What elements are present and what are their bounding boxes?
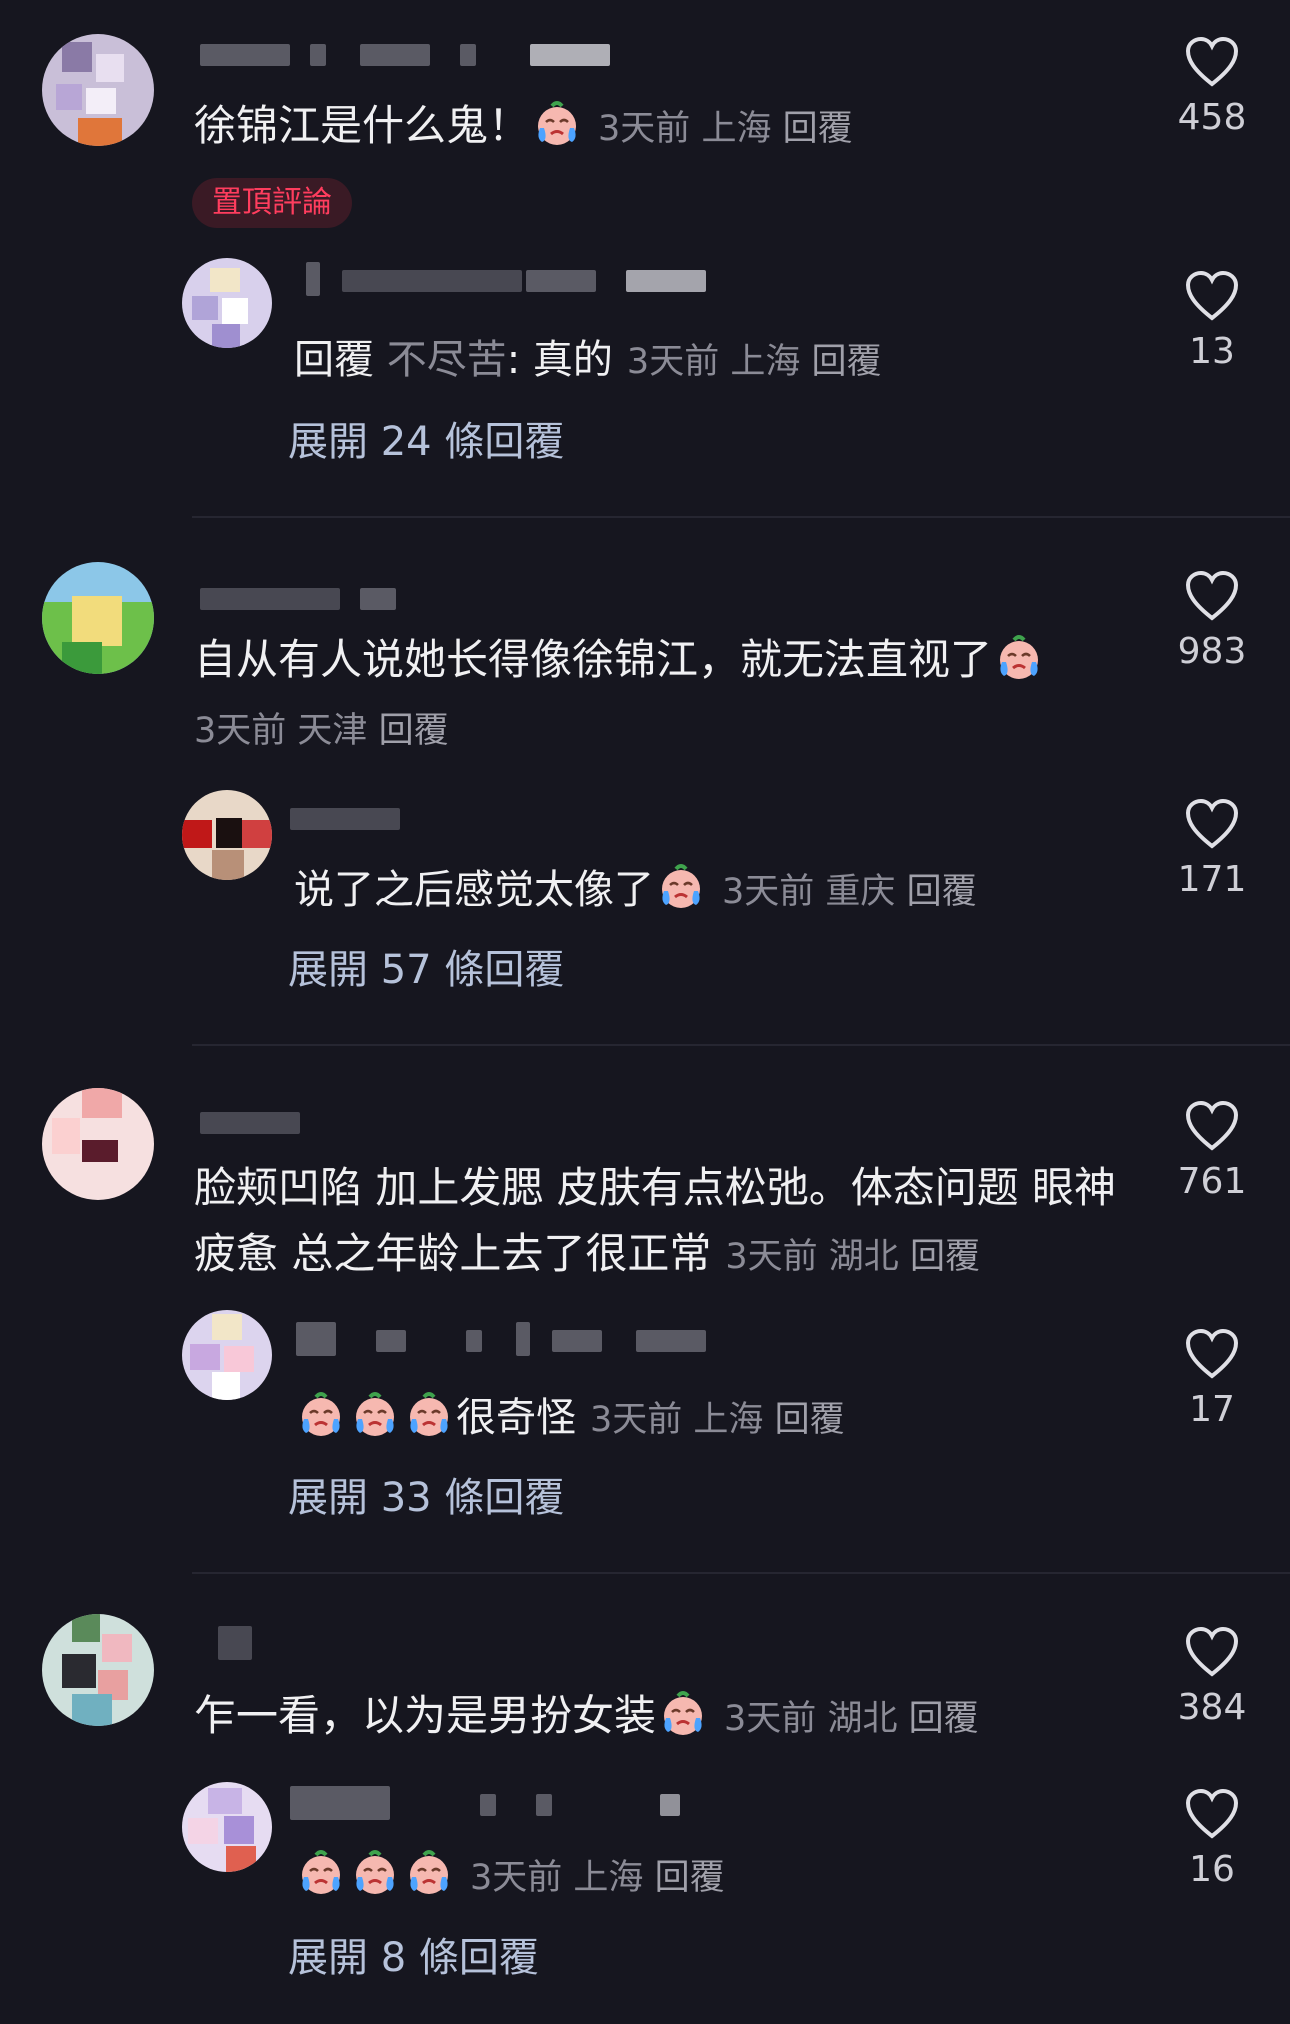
reply-link[interactable]: 回覆 xyxy=(783,109,853,149)
avatar[interactable] xyxy=(42,1088,154,1200)
reply-link[interactable]: 回覆 xyxy=(379,711,449,751)
heart-icon xyxy=(1185,1328,1239,1379)
reply-link[interactable]: 回覆 xyxy=(812,342,882,382)
reply-meta: 3天前 上海 回覆 xyxy=(590,1400,845,1440)
like-count: 761 xyxy=(1177,1161,1247,1202)
expand-replies-link[interactable]: 展開 57 條回覆 xyxy=(288,942,564,998)
crying-face-emoji xyxy=(350,1849,400,1897)
divider xyxy=(192,1572,1290,1574)
reply-link[interactable]: 回覆 xyxy=(910,1237,980,1277)
comment-meta: 3天前 湖北 回覆 xyxy=(724,1699,979,1739)
divider xyxy=(192,516,1290,518)
reply-username-blurred[interactable] xyxy=(296,1322,716,1356)
like-count: 983 xyxy=(1177,631,1247,672)
comment-text: 自从有人说她长得像徐锦江，就无法直视了 xyxy=(194,632,1046,688)
reply-meta: 3天前 上海 回覆 xyxy=(470,1858,725,1898)
reply-username-blurred[interactable] xyxy=(290,1786,710,1820)
username-blurred[interactable] xyxy=(218,1626,258,1660)
like-button[interactable]: 458 xyxy=(1142,36,1282,142)
reply-text: 回覆 不尽苦: 真的 3天前 上海 回覆 xyxy=(294,337,882,383)
reply-avatar[interactable] xyxy=(182,790,272,880)
crying-face-emoji xyxy=(994,634,1044,682)
reply-link[interactable]: 回覆 xyxy=(655,1858,725,1898)
reply-link[interactable]: 回覆 xyxy=(775,1400,845,1440)
crying-face-emoji xyxy=(296,1391,346,1439)
like-count: 13 xyxy=(1189,331,1235,372)
reply-avatar[interactable] xyxy=(182,1310,272,1400)
heart-icon xyxy=(1185,1100,1239,1151)
like-button[interactable]: 761 xyxy=(1142,1100,1282,1206)
like-count: 384 xyxy=(1177,1687,1247,1728)
heart-icon xyxy=(1185,1626,1239,1677)
reply-username-blurred[interactable] xyxy=(306,262,712,296)
comment-meta: 3天前 天津 回覆 xyxy=(194,711,449,751)
reply-text: 3天前 上海 回覆 xyxy=(294,1848,725,1906)
crying-face-emoji xyxy=(350,1391,400,1439)
expand-replies-link[interactable]: 展開 24 條回覆 xyxy=(288,414,564,470)
crying-face-emoji xyxy=(404,1849,454,1897)
heart-icon xyxy=(1185,570,1239,621)
username-blurred[interactable] xyxy=(200,1104,310,1138)
comment-text: 乍一看，以为是男扮女装 3天前 湖北 回覆 xyxy=(194,1690,979,1740)
comment-text-line2: 疲惫 总之年龄上去了很正常 3天前 湖北 回覆 xyxy=(194,1229,980,1278)
pinned-comment-badge: 置頂評論 xyxy=(192,178,352,228)
comment-text: 脸颊凹陷 加上发腮 皮肤有点松弛。体态问题 眼神 xyxy=(194,1163,1117,1212)
heart-icon xyxy=(1185,36,1239,87)
comment-meta: 3天前 上海 回覆 xyxy=(598,109,853,149)
comment-text: 徐锦江是什么鬼！ 3天前 上海 回覆 xyxy=(194,100,853,150)
heart-icon xyxy=(1185,270,1239,321)
expand-replies-link[interactable]: 展開 33 條回覆 xyxy=(288,1470,564,1526)
crying-face-emoji xyxy=(656,863,706,911)
reply-avatar[interactable] xyxy=(182,258,272,348)
like-button[interactable]: 384 xyxy=(1142,1626,1282,1732)
crying-face-emoji xyxy=(296,1849,346,1897)
like-button[interactable]: 16 xyxy=(1142,1788,1282,1894)
like-button[interactable]: 983 xyxy=(1142,570,1282,676)
comment-meta: 3天前 湖北 回覆 xyxy=(725,1237,980,1277)
reply-avatar[interactable] xyxy=(182,1782,272,1872)
like-button[interactable]: 17 xyxy=(1142,1328,1282,1434)
heart-icon xyxy=(1185,798,1239,849)
reply-text: 说了之后感觉太像了 3天前 重庆 回覆 xyxy=(294,862,977,920)
username-blurred[interactable] xyxy=(200,580,400,614)
expand-replies-link[interactable]: 展開 8 條回覆 xyxy=(288,1930,539,1986)
reply-link[interactable]: 回覆 xyxy=(909,1699,979,1739)
like-button[interactable]: 13 xyxy=(1142,270,1282,376)
like-count: 171 xyxy=(1177,859,1247,900)
avatar[interactable] xyxy=(42,562,154,674)
username-blurred[interactable] xyxy=(200,36,610,70)
reply-link[interactable]: 回覆 xyxy=(907,872,977,912)
crying-face-emoji xyxy=(658,1690,708,1738)
like-button[interactable]: 171 xyxy=(1142,798,1282,904)
reply-meta: 3天前 重庆 回覆 xyxy=(722,872,977,912)
like-count: 16 xyxy=(1189,1849,1235,1890)
crying-face-emoji xyxy=(404,1391,454,1439)
reply-username-blurred[interactable] xyxy=(290,800,410,834)
avatar[interactable] xyxy=(42,1614,154,1726)
divider xyxy=(192,1044,1290,1046)
heart-icon xyxy=(1185,1788,1239,1839)
like-count: 17 xyxy=(1189,1389,1235,1430)
like-count: 458 xyxy=(1177,97,1247,138)
quoted-username[interactable]: 不尽苦 xyxy=(387,337,507,383)
reply-meta: 3天前 上海 回覆 xyxy=(626,342,882,382)
crying-face-emoji xyxy=(532,100,582,148)
reply-text: 很奇怪 3天前 上海 回覆 xyxy=(294,1390,845,1448)
avatar[interactable] xyxy=(42,34,154,146)
